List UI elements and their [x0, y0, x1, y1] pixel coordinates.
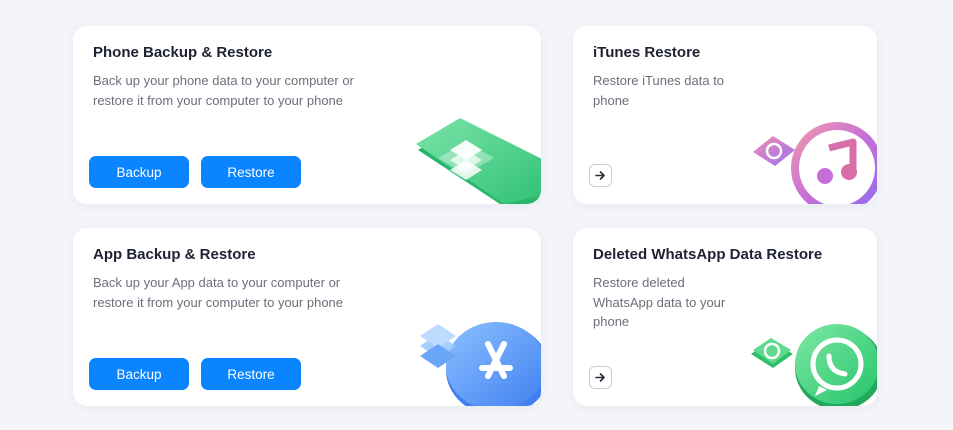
whatsapp-restore-arrow-button[interactable] [589, 366, 612, 389]
itunes-restore-arrow-button[interactable] [589, 164, 612, 187]
itunes-music-icon [753, 122, 877, 204]
arrow-right-icon [595, 171, 605, 180]
card-description-line: phone [593, 314, 630, 329]
card-description-line: restore it from your computer to your ph… [93, 294, 344, 310]
card-description: Back up your App data to your computer o… [93, 273, 343, 312]
card-description-line: Back up your App data to your computer o… [93, 275, 341, 290]
card-title: App Backup & Restore [93, 246, 256, 263]
whatsapp-icon [751, 324, 877, 406]
phone-backup-button[interactable]: Backup [89, 156, 189, 188]
card-description: Restore deleted WhatsApp data to your ph… [593, 273, 725, 332]
phone-restore-button[interactable]: Restore [201, 156, 301, 188]
arrow-right-icon [595, 373, 605, 382]
card-title: iTunes Restore [593, 44, 701, 61]
card-description-line: Restore deleted [593, 275, 685, 290]
phone-backup-icon [416, 118, 541, 204]
app-backup-restore-card: App Backup & Restore Back up your App da… [73, 228, 541, 406]
card-title: Phone Backup & Restore [93, 44, 273, 61]
app-backup-button[interactable]: Backup [89, 358, 189, 390]
card-description-line: Back up your phone data to your computer… [93, 73, 354, 88]
card-title: Deleted WhatsApp Data Restore [593, 246, 823, 263]
card-description: Restore iTunes data to phone [593, 71, 724, 110]
card-description-line: WhatsApp data to your [593, 294, 726, 310]
phone-backup-restore-card: Phone Backup & Restore Back up your phon… [73, 26, 541, 204]
card-description: Back up your phone data to your computer… [93, 71, 354, 110]
app-restore-button[interactable]: Restore [201, 358, 301, 390]
itunes-restore-card: iTunes Restore Restore iTunes data to ph… [573, 26, 877, 204]
card-description-line: restore it from your computer to your ph… [93, 92, 344, 108]
whatsapp-restore-card: Deleted WhatsApp Data Restore Restore de… [573, 228, 877, 406]
card-description-line: phone [593, 92, 630, 108]
app-store-icon [420, 322, 541, 406]
card-description-line: Restore iTunes data to [593, 73, 725, 88]
